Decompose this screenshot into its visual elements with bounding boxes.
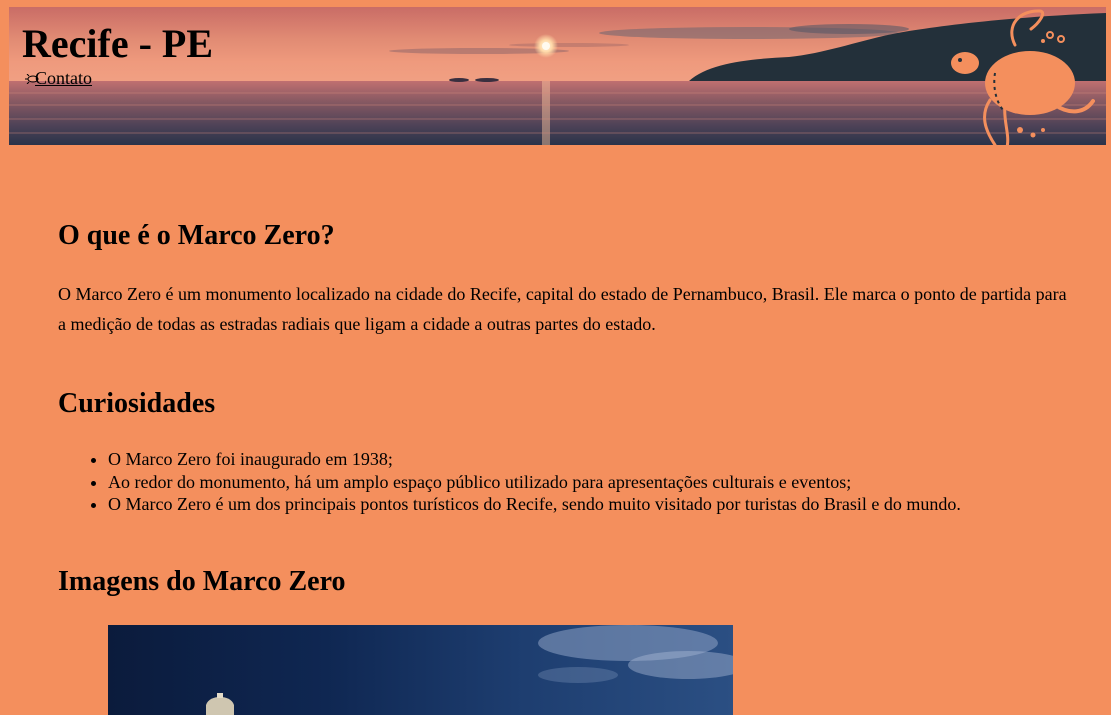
header-banner: Recife - PE Contato	[9, 7, 1106, 145]
section-heading-what: O que é o Marco Zero?	[58, 220, 335, 251]
site-title: Recife - PE	[22, 21, 214, 66]
main-nav: Contato	[25, 68, 92, 89]
list-item: O Marco Zero é um dos principais pontos …	[108, 493, 1111, 516]
list-item: O Marco Zero foi inaugurado em 1938;	[108, 448, 1111, 471]
section-paragraph-what: O Marco Zero é um monumento localizado n…	[58, 284, 1067, 334]
section-heading-curiosities: Curiosidades	[58, 388, 216, 419]
photo-scene	[206, 625, 733, 715]
section-heading-images: Imagens do Marco Zero	[58, 566, 346, 597]
turtle-icon	[951, 9, 1095, 145]
nav-link-contato[interactable]: Contato	[35, 68, 92, 89]
list-item: Ao redor do monumento, há um amplo espaç…	[108, 471, 1111, 494]
curiosities-list: O Marco Zero foi inaugurado em 1938; Ao …	[58, 448, 1111, 516]
marco-zero-photo	[108, 625, 733, 715]
